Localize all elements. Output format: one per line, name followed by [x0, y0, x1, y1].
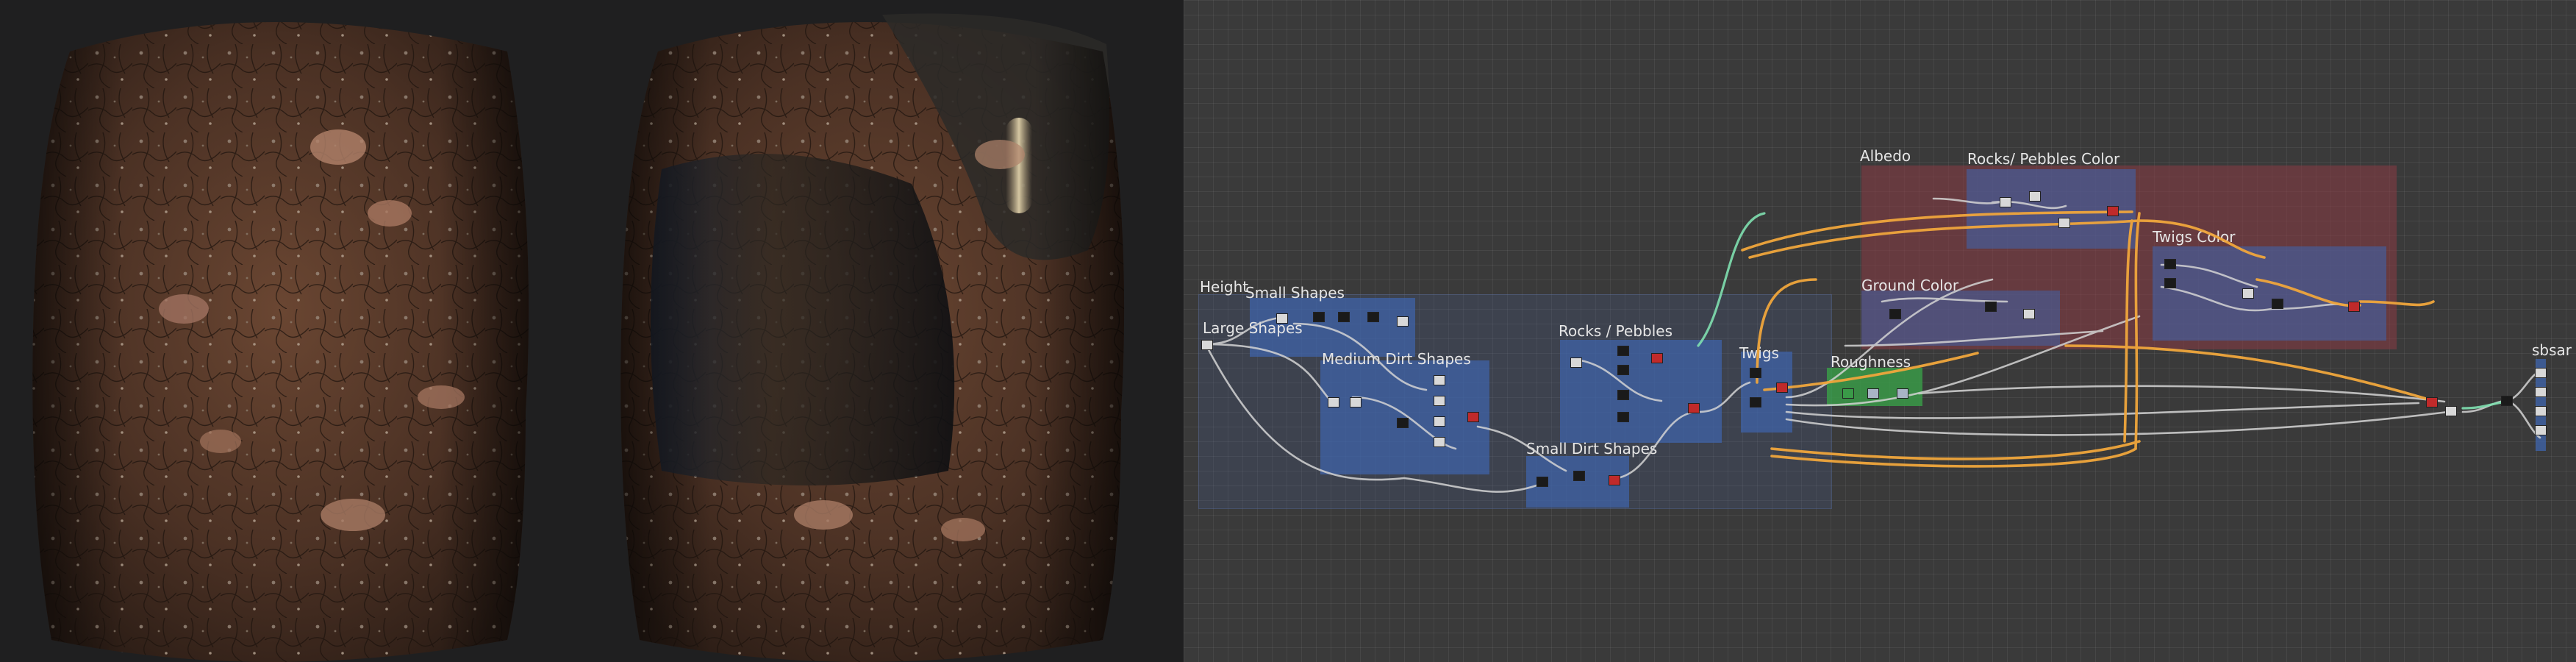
graph-node[interactable] [2164, 278, 2176, 288]
graph-node[interactable] [1313, 312, 1325, 322]
graph-node[interactable] [2029, 191, 2041, 202]
graph-node[interactable] [1651, 353, 1663, 363]
3d-viewport[interactable] [0, 0, 1184, 662]
graph-node[interactable] [2058, 218, 2070, 228]
graph-node[interactable] [2348, 302, 2360, 312]
sbsar-output-node[interactable] [2535, 425, 2547, 435]
graph-node[interactable] [1617, 390, 1629, 400]
graph-node[interactable] [1434, 375, 1445, 385]
graph-node[interactable] [1570, 357, 1582, 368]
graph-node[interactable] [1536, 477, 1548, 487]
graph-node[interactable] [1617, 365, 1629, 375]
graph-node[interactable] [2242, 288, 2254, 299]
graph-node[interactable] [1434, 416, 1445, 427]
sbsar-output-node[interactable] [2535, 368, 2547, 378]
graph-node[interactable] [2426, 397, 2438, 407]
viewport-canvas [32, 13, 1125, 662]
graph-node[interactable] [2000, 197, 2011, 207]
graph-node[interactable] [2501, 396, 2513, 406]
graph-node[interactable] [1688, 403, 1700, 413]
graph-node[interactable] [1434, 437, 1445, 447]
graph-node[interactable] [1842, 388, 1854, 399]
sbsar-output-node[interactable] [2535, 406, 2547, 416]
graph-node[interactable] [1897, 388, 1908, 399]
graph-connections [1204, 197, 2541, 493]
graph-node[interactable] [1573, 471, 1585, 481]
graph-node[interactable] [1617, 346, 1629, 356]
graph-node[interactable] [1367, 312, 1379, 322]
wet-material-preview [620, 13, 1125, 662]
graph-node[interactable] [1617, 412, 1629, 422]
graph-node[interactable] [1467, 412, 1479, 422]
graph-node[interactable] [1338, 312, 1350, 322]
graph-node[interactable] [2164, 259, 2176, 269]
graph-node[interactable] [1750, 397, 1761, 407]
graph-node[interactable] [1397, 316, 1409, 327]
graph-node[interactable] [1609, 475, 1620, 485]
graph-node[interactable] [1397, 418, 1409, 428]
node-graph-canvas[interactable]: Height Small Shapes Large Shapes Medium … [1184, 0, 2576, 662]
graph-node[interactable] [1889, 309, 1901, 319]
graph-node[interactable] [2023, 309, 2035, 319]
graph-node[interactable] [1350, 397, 1362, 407]
graph-node[interactable] [1985, 302, 1997, 312]
graph-node[interactable] [2445, 406, 2457, 416]
sbsar-output-node[interactable] [2535, 387, 2547, 397]
app-root: Height Small Shapes Large Shapes Medium … [0, 0, 2576, 662]
graph-node[interactable] [2272, 299, 2283, 309]
graph-node[interactable] [1328, 397, 1339, 407]
graph-node[interactable] [1201, 340, 1213, 350]
graph-node[interactable] [2107, 206, 2119, 216]
graph-node[interactable] [1867, 388, 1879, 399]
dry-material-preview [32, 22, 529, 662]
graph-node[interactable] [1276, 313, 1288, 324]
graph-node[interactable] [1776, 382, 1788, 393]
graph-node[interactable] [1434, 396, 1445, 406]
graph-node[interactable] [1750, 368, 1761, 378]
